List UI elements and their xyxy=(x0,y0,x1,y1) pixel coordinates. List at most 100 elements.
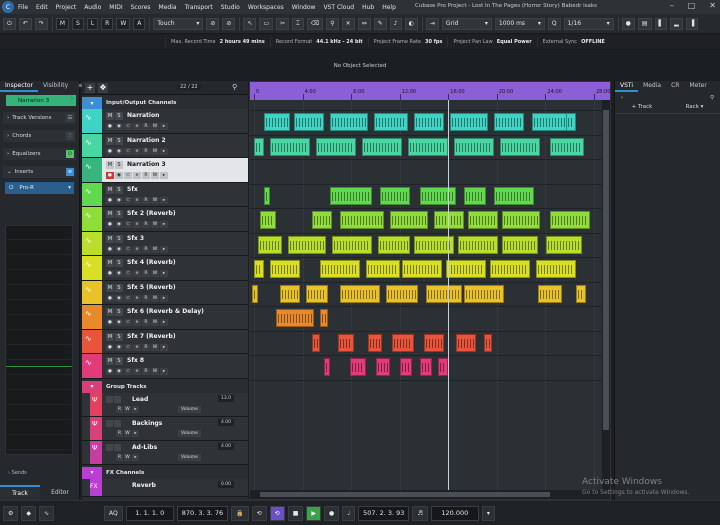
monitor-button[interactable]: ◉ xyxy=(115,172,123,179)
insert-slot-empty[interactable] xyxy=(7,271,71,285)
add-track-button[interactable]: + xyxy=(85,82,95,93)
solo-button[interactable]: S xyxy=(115,136,123,145)
inspector-track-name[interactable]: Narration 3 › xyxy=(6,95,76,106)
write-automation-button[interactable]: W xyxy=(151,319,159,326)
menu-item-audio[interactable]: Audio xyxy=(84,4,101,11)
solo-button[interactable]: S xyxy=(115,234,123,243)
audio-track[interactable]: ∿ M S Narration 3 ● ◉ ⊂ e R W ▸ xyxy=(82,158,248,183)
tab-vsti[interactable]: VSTi xyxy=(615,81,639,92)
audio-track[interactable]: ∿ M S Narration 2 ● ◉ ⊂ e R W ▸ xyxy=(82,133,248,158)
maximize-icon[interactable]: □ xyxy=(688,1,696,10)
track-value[interactable]: 4.00 xyxy=(217,418,234,426)
menu-item-file[interactable]: File xyxy=(18,4,28,11)
tab-inspector[interactable]: Inspector xyxy=(0,81,38,92)
record-enable-button[interactable]: ● xyxy=(106,172,114,179)
audio-event[interactable] xyxy=(550,211,590,229)
audio-track[interactable]: ∿ M S Sfx ● ◉ ⊂ e R W ▸ xyxy=(82,182,248,207)
audio-event[interactable] xyxy=(490,260,530,278)
waveform-icon[interactable]: ∿ xyxy=(39,505,55,521)
insert-slot-empty[interactable] xyxy=(7,421,71,435)
grid-type-select[interactable]: Grid ▾ xyxy=(441,17,492,30)
mute-button[interactable]: M xyxy=(106,283,114,292)
read-automation-button[interactable]: R xyxy=(142,319,150,326)
audio-event[interactable] xyxy=(414,113,444,131)
insert-slot-empty[interactable] xyxy=(7,226,71,240)
note-icon[interactable]: ♩ xyxy=(342,505,356,521)
edit-button[interactable]: e xyxy=(133,343,141,351)
audio-event[interactable] xyxy=(270,137,310,156)
insert-slot-empty[interactable] xyxy=(7,391,71,405)
read-automation-button[interactable]: R xyxy=(142,343,150,351)
quantize-select[interactable]: 1/16 ▾ xyxy=(563,17,614,30)
audio-event[interactable] xyxy=(502,211,540,229)
audio-event[interactable] xyxy=(532,113,570,131)
link-icon[interactable]: ⊂ xyxy=(124,294,132,302)
audio-event[interactable] xyxy=(330,113,368,131)
audio-event[interactable] xyxy=(494,113,524,131)
menu-item-edit[interactable]: Edit xyxy=(36,4,48,11)
write-automation-button[interactable]: W xyxy=(124,405,131,413)
audio-event[interactable] xyxy=(294,113,324,131)
solo-button[interactable]: S xyxy=(115,112,123,120)
insert-slot-empty[interactable] xyxy=(7,436,71,450)
audio-event[interactable] xyxy=(332,235,372,254)
audio-event[interactable] xyxy=(316,137,356,156)
audio-event[interactable] xyxy=(450,113,488,131)
monitor-button[interactable]: ◉ xyxy=(115,123,123,130)
read-automation-button[interactable]: R xyxy=(142,368,150,375)
audio-track[interactable]: ∿ M S Sfx 3 ● ◉ ⊂ e R W ▸ xyxy=(82,231,248,256)
column-track[interactable]: + Track xyxy=(632,104,653,113)
mute-button[interactable]: M xyxy=(106,210,114,218)
solo-button[interactable]: S xyxy=(115,308,123,316)
folder-track[interactable]: ▾ Group Tracks xyxy=(82,380,248,393)
solo-button[interactable]: S xyxy=(115,332,123,341)
audio-event[interactable] xyxy=(400,358,412,376)
audio-event[interactable] xyxy=(340,284,380,303)
fx-track[interactable]: FX Reverb 0.00 xyxy=(82,478,248,497)
write-automation-button[interactable]: W xyxy=(151,343,159,351)
audio-event[interactable] xyxy=(312,333,320,352)
audio-event[interactable] xyxy=(366,260,400,278)
scroll-thumb[interactable] xyxy=(603,110,609,430)
solo-button[interactable] xyxy=(114,395,121,403)
inserts-bypass-icon[interactable]: ≡ xyxy=(66,168,74,176)
audio-event[interactable] xyxy=(338,333,354,352)
solo-button[interactable]: S xyxy=(115,185,123,194)
audio-event[interactable] xyxy=(434,211,464,229)
mode-s[interactable]: S xyxy=(72,17,84,30)
external-sync[interactable]: External Sync OFFLINE xyxy=(536,37,610,47)
read-automation-button[interactable]: R xyxy=(142,245,150,253)
mode-l[interactable]: L xyxy=(86,17,99,30)
menu-item-media[interactable]: Media xyxy=(159,4,177,11)
eq-power-icon[interactable]: ⏻ xyxy=(66,150,74,158)
lane-button[interactable]: ▸ xyxy=(160,172,168,179)
automation-parameter[interactable]: Volume xyxy=(178,453,201,461)
edit-button[interactable]: e xyxy=(133,245,141,253)
audio-event[interactable] xyxy=(392,333,414,352)
folder-track[interactable]: ▾ Input/Output Channels xyxy=(82,97,248,109)
stop-button[interactable]: ■ xyxy=(287,505,304,521)
split-tool-icon[interactable]: ✂ xyxy=(276,17,290,30)
audio-event[interactable] xyxy=(454,137,494,156)
menu-item-midi[interactable]: MIDI xyxy=(109,4,122,11)
write-automation-button[interactable]: W xyxy=(151,368,159,375)
play-tool-icon[interactable]: ♪ xyxy=(389,17,402,30)
menu-item-help[interactable]: Help xyxy=(382,4,396,11)
primary-time-display[interactable]: 507. 2. 3. 93 xyxy=(358,505,410,521)
solo-button[interactable]: S xyxy=(115,259,123,267)
write-automation-button[interactable]: W xyxy=(151,123,159,130)
link-icon[interactable]: ⊂ xyxy=(124,123,132,130)
read-automation-button[interactable]: R xyxy=(116,429,123,437)
vertical-scrollbar[interactable] xyxy=(602,100,610,490)
audio-event[interactable] xyxy=(456,333,476,352)
write-automation-button[interactable]: W xyxy=(151,245,159,253)
menu-item-project[interactable]: Project xyxy=(56,4,77,11)
auto-scroll-icon[interactable]: ⊘ xyxy=(206,17,220,30)
mute-button[interactable]: M xyxy=(106,332,114,341)
read-automation-button[interactable]: R xyxy=(142,294,150,302)
project-frame-rate[interactable]: Project Frame Rate 30 fps xyxy=(367,37,448,47)
link-icon[interactable]: ⊂ xyxy=(124,172,132,179)
group-track[interactable]: Ψ Backings 4.00 R W ▸ Volume xyxy=(82,416,248,441)
insert-slot-empty[interactable] xyxy=(7,256,71,270)
write-automation-button[interactable]: W xyxy=(151,270,159,277)
